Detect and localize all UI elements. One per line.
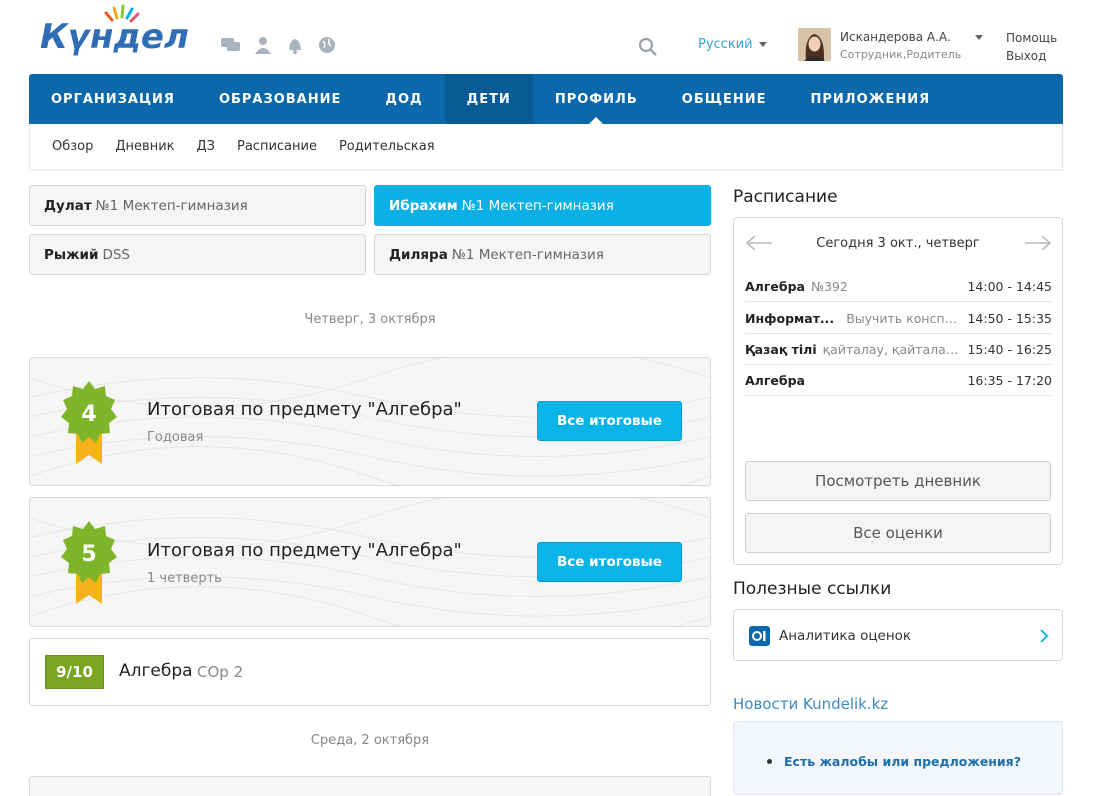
lesson-row[interactable]: Алгебра №392 14:00 - 14:45 <box>745 271 1052 302</box>
avatar[interactable] <box>798 28 831 61</box>
help-link[interactable]: Помощь <box>1006 31 1057 45</box>
globe-icon[interactable] <box>316 36 338 54</box>
child-name: Ибрахим <box>389 197 458 214</box>
news-panel: Есть жалобы или предложения? <box>733 721 1063 795</box>
analytics-label: Аналитика оценок <box>779 628 912 644</box>
arrow-right-icon[interactable] <box>1024 234 1052 252</box>
mark-work: СОр 2 <box>197 663 244 681</box>
child-school: №1 Мектеп-гимназия <box>461 197 614 214</box>
lesson-name: Алгебра <box>745 278 805 294</box>
all-finals-button[interactable]: Все итоговые <box>537 542 682 582</box>
badge-mark: 4 <box>81 402 96 427</box>
lesson-time: 16:35 - 17:20 <box>967 372 1052 388</box>
user-menu-chevron-icon[interactable] <box>975 35 983 40</box>
nav-dod[interactable]: ДОД <box>363 74 444 124</box>
lesson-name: Алгебра <box>745 372 805 388</box>
child-name: Дулат <box>44 197 92 214</box>
useful-links-title: Полезные ссылки <box>733 579 892 599</box>
nav-organization[interactable]: ОРГАНИЗАЦИЯ <box>29 74 197 124</box>
card-period: 1 четверть <box>147 571 222 586</box>
badge-mark: 5 <box>81 542 96 567</box>
nav-apps[interactable]: ПРИЛОЖЕНИЯ <box>788 74 952 124</box>
lesson-time: 14:00 - 14:45 <box>967 278 1052 294</box>
schedule-date: Сегодня 3 окт., четверг <box>816 236 980 251</box>
final-mark-card: 4 Итоговая по предмету "Алгебра" Годовая… <box>29 357 711 486</box>
logo-text: Күнделік <box>40 17 188 57</box>
lesson-name: Информат... <box>745 310 835 326</box>
subnav-diary[interactable]: Дневник <box>115 139 174 154</box>
lesson-homework: қайталау, қайталау; қ... <box>822 341 962 357</box>
main-nav: ОРГАНИЗАЦИЯ ОБРАЗОВАНИЕ ДОД ДЕТИ ПРОФИЛЬ… <box>29 74 1063 125</box>
child-card-dulat[interactable]: Дулат №1 Мектеп-гимназия <box>29 185 366 226</box>
schedule-title: Расписание <box>733 187 838 207</box>
news-title[interactable]: Новости Kundelik.kz <box>733 695 888 713</box>
lesson-row[interactable]: Алгебра 16:35 - 17:20 <box>745 365 1052 396</box>
child-school: DSS <box>102 246 131 263</box>
subnav-schedule[interactable]: Расписание <box>237 139 317 154</box>
user-name[interactable]: Искандерова А.А. <box>840 30 951 44</box>
grade-badge: 9/10 <box>45 655 104 689</box>
kundelik-logo[interactable]: Күнделік <box>38 4 188 64</box>
analytics-link[interactable]: Аналитика оценок <box>733 609 1063 661</box>
news-item[interactable]: Есть жалобы или предложения? <box>784 754 1021 769</box>
feed-date-header: Четверг, 3 октября <box>304 312 436 327</box>
subnav-overview[interactable]: Обзор <box>52 139 93 154</box>
feed-date-header: Среда, 2 октября <box>310 733 430 748</box>
award-badge-icon: 4 <box>61 381 117 464</box>
lesson-name: Қазақ тілі <box>745 341 817 357</box>
child-school: №1 Мектеп-гимназия <box>95 197 248 214</box>
nav-communication[interactable]: ОБЩЕНИЕ <box>660 74 789 124</box>
final-mark-card: 5 Итоговая по предмету "Алгебра" 1 четве… <box>29 497 711 627</box>
nav-profile[interactable]: ПРОФИЛЬ <box>533 74 660 125</box>
child-name: Рыжий <box>44 246 99 263</box>
lesson-time: 14:50 - 15:35 <box>967 310 1052 326</box>
award-badge-icon: 5 <box>61 521 117 604</box>
search-icon[interactable] <box>638 37 658 57</box>
exit-link[interactable]: Выход <box>1006 49 1046 63</box>
user-roles: Сотрудник,Родитель <box>840 48 962 61</box>
child-card-dilyara[interactable]: Диляра №1 Мектеп-гимназия <box>374 234 711 275</box>
card-title: Итоговая по предмету "Алгебра" <box>147 540 462 561</box>
child-school: №1 Мектеп-гимназия <box>451 246 604 263</box>
lesson-homework: Выучить конспек... <box>846 310 962 326</box>
page: { "header": { "logo_text": "Күнделік", "… <box>0 0 1104 796</box>
lesson-row[interactable]: Информат... Выучить конспек... 14:50 - 1… <box>745 303 1052 334</box>
card-title: Итоговая по предмету "Алгебра" <box>147 399 462 420</box>
mark-row[interactable]: 9/10 Алгебра СОр 2 <box>29 638 711 706</box>
nav-children[interactable]: ДЕТИ <box>444 74 533 124</box>
chevron-right-icon <box>1040 629 1049 643</box>
subnav-homework[interactable]: ДЗ <box>197 139 216 154</box>
child-name: Диляра <box>389 246 448 263</box>
child-card-ryzhiy[interactable]: Рыжий DSS <box>29 234 366 275</box>
messages-icon[interactable] <box>220 36 242 54</box>
person-icon[interactable] <box>252 36 274 54</box>
lesson-time: 15:40 - 16:25 <box>967 341 1052 357</box>
lesson-row[interactable]: Қазақ тілі қайталау, қайталау; қ... 15:4… <box>745 334 1052 365</box>
all-finals-button[interactable]: Все итоговые <box>537 401 682 441</box>
lesson-homework: №392 <box>810 278 848 294</box>
view-diary-button[interactable]: Посмотреть дневник <box>745 461 1051 501</box>
bell-icon[interactable] <box>284 36 306 54</box>
analytics-icon <box>749 626 770 646</box>
subnav-parental[interactable]: Родительская <box>339 139 435 154</box>
chevron-down-icon <box>758 42 767 47</box>
language-selector[interactable]: Русский <box>698 37 767 52</box>
header-icons <box>220 36 338 54</box>
language-label: Русский <box>698 37 753 52</box>
bullet-icon <box>767 759 772 764</box>
card-period: Годовая <box>147 430 204 445</box>
all-marks-button[interactable]: Все оценки <box>745 513 1051 553</box>
feed-card <box>29 776 711 796</box>
child-card-ibrahim[interactable]: Ибрахим №1 Мектеп-гимназия <box>374 185 711 226</box>
schedule-panel: Сегодня 3 окт., четверг Алгебра №392 14:… <box>733 217 1063 565</box>
nav-education[interactable]: ОБРАЗОВАНИЕ <box>197 74 363 124</box>
sub-nav: Обзор Дневник ДЗ Расписание Родительская <box>29 124 1063 170</box>
mark-subject: Алгебра <box>119 661 193 681</box>
